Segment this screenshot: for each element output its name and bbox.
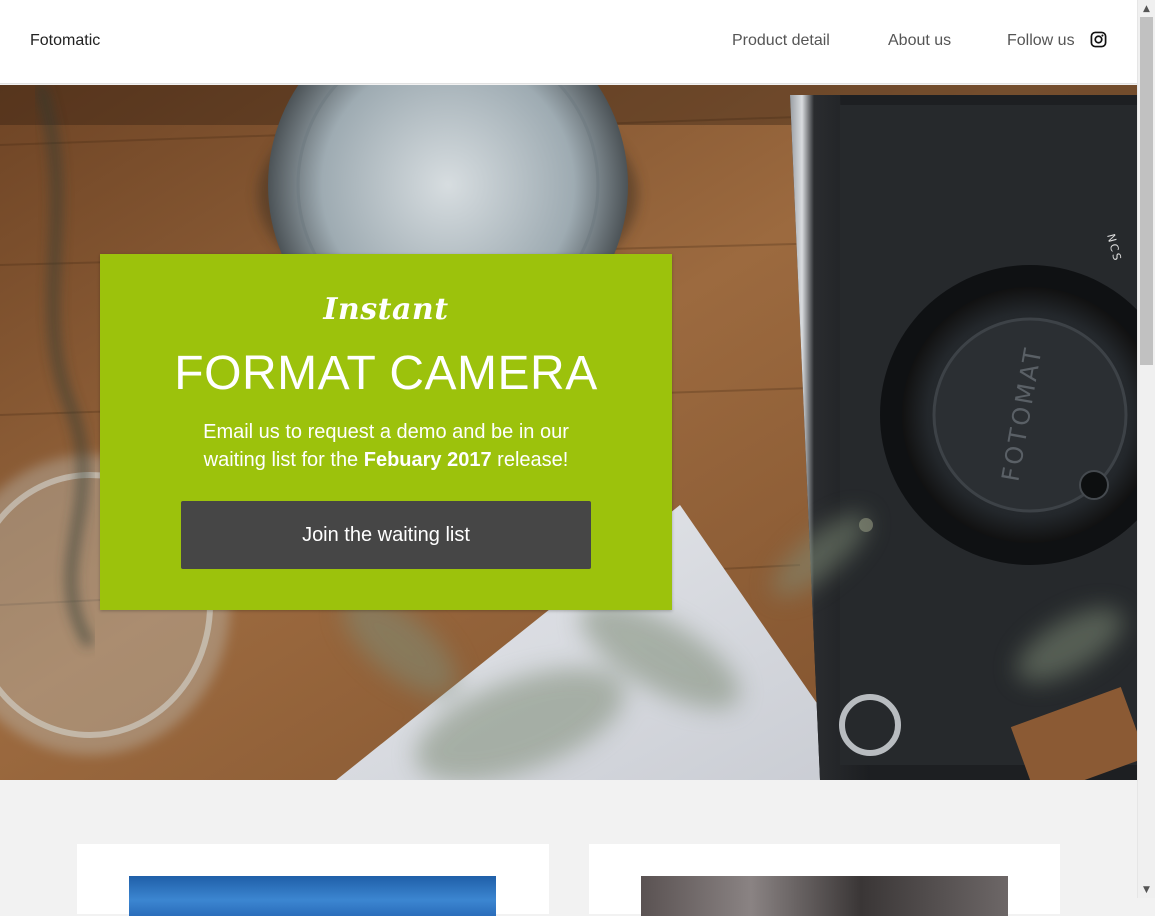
nav-link-about-us[interactable]: About us — [888, 32, 951, 50]
feature-card-image — [641, 876, 1008, 916]
brand-logo[interactable]: Fotomatic — [30, 32, 100, 50]
nav-link-product-detail[interactable]: Product detail — [732, 32, 830, 50]
join-waiting-list-button[interactable]: Join the waiting list — [181, 501, 591, 569]
scrollbar-thumb[interactable] — [1140, 17, 1153, 365]
instagram-icon[interactable] — [1090, 31, 1107, 48]
promo-card: Instant FORMAT CAMERA Email us to reques… — [100, 254, 672, 610]
feature-card — [77, 844, 549, 916]
promo-title: FORMAT CAMERA — [174, 347, 598, 400]
feature-card-image — [129, 876, 496, 916]
navbar: Fotomatic Product detail About us Follow… — [0, 0, 1137, 84]
promo-description: Email us to request a demo and be in our… — [200, 418, 572, 474]
promo-release-date: Febuary 2017 — [363, 449, 492, 471]
nav-link-follow-us[interactable]: Follow us — [1007, 32, 1075, 50]
promo-eyebrow: Instant — [323, 292, 449, 327]
scroll-up-arrow-icon[interactable]: ▲ — [1138, 0, 1155, 17]
promo-text-end: release! — [491, 449, 569, 471]
page-scrollbar[interactable]: ▲ ▼ — [1137, 0, 1155, 898]
feature-card — [589, 844, 1060, 916]
scroll-down-arrow-icon[interactable]: ▼ — [1138, 881, 1155, 898]
hero-section: FOTOMAT NCS Instant FORMAT CAMERA Email … — [0, 85, 1137, 780]
